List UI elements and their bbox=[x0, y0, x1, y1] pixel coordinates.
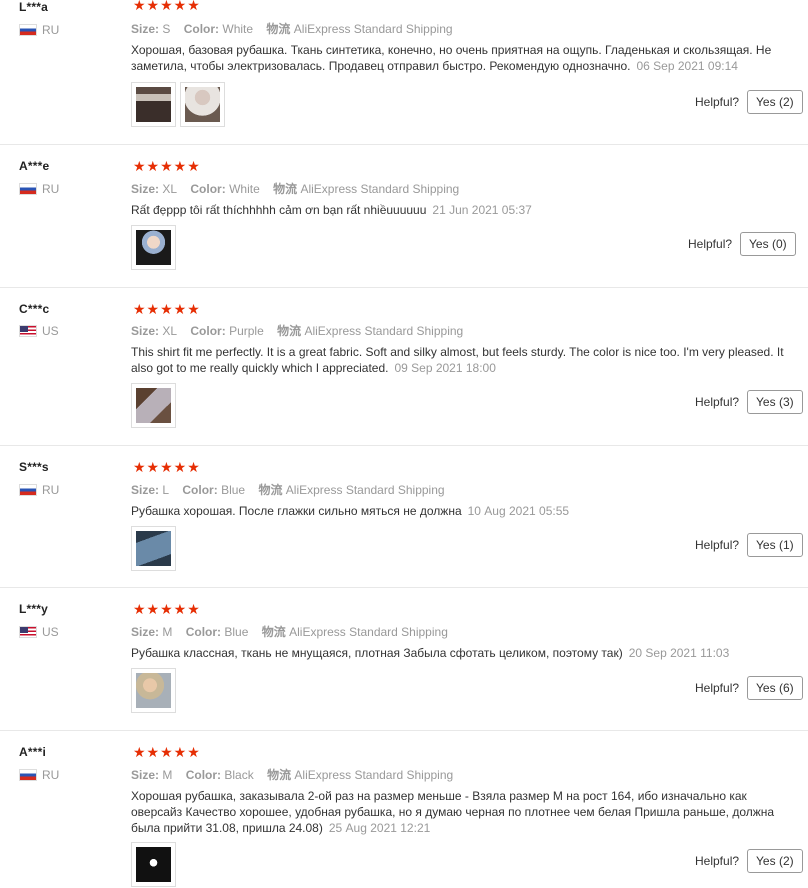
star-rating: ★★★★★ bbox=[133, 744, 201, 760]
russia-flag-icon bbox=[19, 484, 37, 496]
review-date: 10 Aug 2021 05:55 bbox=[467, 504, 570, 518]
review-photos bbox=[131, 383, 176, 428]
helpful-yes-button[interactable]: Yes (3) bbox=[747, 390, 803, 414]
reviewer-name: A***e bbox=[19, 159, 50, 173]
reviewer-country: RU bbox=[19, 768, 59, 782]
helpful-section: Helpful? Yes (1) bbox=[695, 533, 803, 557]
review-photos bbox=[131, 82, 225, 127]
review-item: L***y US ★★★★★ Size: M Color: Blue 物流 Al… bbox=[0, 588, 808, 731]
review-photos bbox=[131, 842, 176, 887]
star-rating: ★★★★★ bbox=[133, 158, 201, 174]
reviewer-country: US bbox=[19, 625, 59, 639]
review-text: Rất đẹppp tôi rất thíchhhhh cảm ơn bạn r… bbox=[131, 203, 532, 217]
reviewer-name: L***y bbox=[19, 602, 49, 616]
review-photo-thumbnail[interactable] bbox=[131, 526, 176, 571]
review-photo-thumbnail[interactable] bbox=[131, 668, 176, 713]
review-date: 20 Sep 2021 11:03 bbox=[628, 646, 730, 660]
review-meta: Size: M Color: Blue 物流 AliExpress Standa… bbox=[131, 625, 448, 639]
review-photo-thumbnail[interactable] bbox=[180, 82, 225, 127]
reviewer-name: C***c bbox=[19, 302, 50, 316]
review-item: S***s RU ★★★★★ Size: L Color: Blue 物流 Al… bbox=[0, 446, 808, 588]
review-date: 21 Jun 2021 05:37 bbox=[432, 203, 532, 217]
review-photo-thumbnail[interactable] bbox=[131, 383, 176, 428]
reviewer-name: A***i bbox=[19, 745, 47, 759]
review-photos bbox=[131, 225, 176, 270]
usa-flag-icon bbox=[19, 325, 37, 337]
review-text: Хорошая рубашка, заказывала 2-ой раз на … bbox=[131, 789, 775, 835]
helpful-section: Helpful? Yes (6) bbox=[695, 676, 803, 700]
star-rating: ★★★★★ bbox=[133, 301, 201, 317]
reviewer-country: RU bbox=[19, 182, 59, 196]
reviewer-name: S***s bbox=[19, 460, 49, 474]
helpful-yes-button[interactable]: Yes (2) bbox=[747, 849, 803, 873]
review-text: Рубашка хорошая. После глажки сильно мят… bbox=[131, 504, 570, 518]
helpful-yes-button[interactable]: Yes (2) bbox=[747, 90, 803, 114]
helpful-section: Helpful? Yes (2) bbox=[695, 849, 803, 873]
review-date: 25 Aug 2021 12:21 bbox=[328, 821, 431, 835]
helpful-section: Helpful? Yes (3) bbox=[695, 390, 803, 414]
review-text: Хорошая, базовая рубашка. Ткань синтетик… bbox=[131, 43, 772, 73]
russia-flag-icon bbox=[19, 183, 37, 195]
star-rating: ★★★★★ bbox=[133, 459, 201, 475]
review-meta: Size: M Color: Black 物流 AliExpress Stand… bbox=[131, 768, 454, 782]
review-photos bbox=[131, 526, 176, 571]
review-meta: Size: S Color: White 物流 AliExpress Stand… bbox=[131, 22, 453, 36]
review-item: A***i RU ★★★★★ Size: M Color: Black 物流 A… bbox=[0, 731, 808, 888]
review-item: C***c US ★★★★★ Size: XL Color: Purple 物流… bbox=[0, 288, 808, 446]
review-meta: Size: L Color: Blue 物流 AliExpress Standa… bbox=[131, 483, 445, 497]
russia-flag-icon bbox=[19, 769, 37, 781]
star-rating: ★★★★★ bbox=[133, 601, 201, 617]
reviewer-country: RU bbox=[19, 23, 59, 37]
helpful-section: Helpful? Yes (2) bbox=[695, 90, 803, 114]
helpful-yes-button[interactable]: Yes (6) bbox=[747, 676, 803, 700]
review-text: This shirt fit me perfectly. It is a gre… bbox=[131, 345, 784, 375]
review-photo-thumbnail[interactable] bbox=[131, 842, 176, 887]
reviewer-name: L***a bbox=[19, 0, 49, 14]
helpful-section: Helpful? Yes (0) bbox=[688, 232, 796, 256]
review-date: 06 Sep 2021 09:14 bbox=[636, 59, 738, 73]
star-rating: ★★★★★ bbox=[133, 0, 201, 13]
russia-flag-icon bbox=[19, 24, 37, 36]
reviewer-country: RU bbox=[19, 483, 59, 497]
review-meta: Size: XL Color: White 物流 AliExpress Stan… bbox=[131, 182, 460, 196]
reviewer-country: US bbox=[19, 324, 59, 338]
review-item: L***a RU ★★★★★ Size: S Color: White 物流 A… bbox=[0, 0, 808, 145]
review-item: A***e RU ★★★★★ Size: XL Color: White 物流 … bbox=[0, 145, 808, 288]
review-date: 09 Sep 2021 18:00 bbox=[394, 361, 496, 375]
usa-flag-icon bbox=[19, 626, 37, 638]
review-photos bbox=[131, 668, 176, 713]
helpful-yes-button[interactable]: Yes (1) bbox=[747, 533, 803, 557]
review-text: Рубашка классная, ткань не мнущаяся, пло… bbox=[131, 646, 730, 660]
review-photo-thumbnail[interactable] bbox=[131, 225, 176, 270]
review-photo-thumbnail[interactable] bbox=[131, 82, 176, 127]
review-meta: Size: XL Color: Purple 物流 AliExpress Sta… bbox=[131, 324, 464, 338]
helpful-yes-button[interactable]: Yes (0) bbox=[740, 232, 796, 256]
